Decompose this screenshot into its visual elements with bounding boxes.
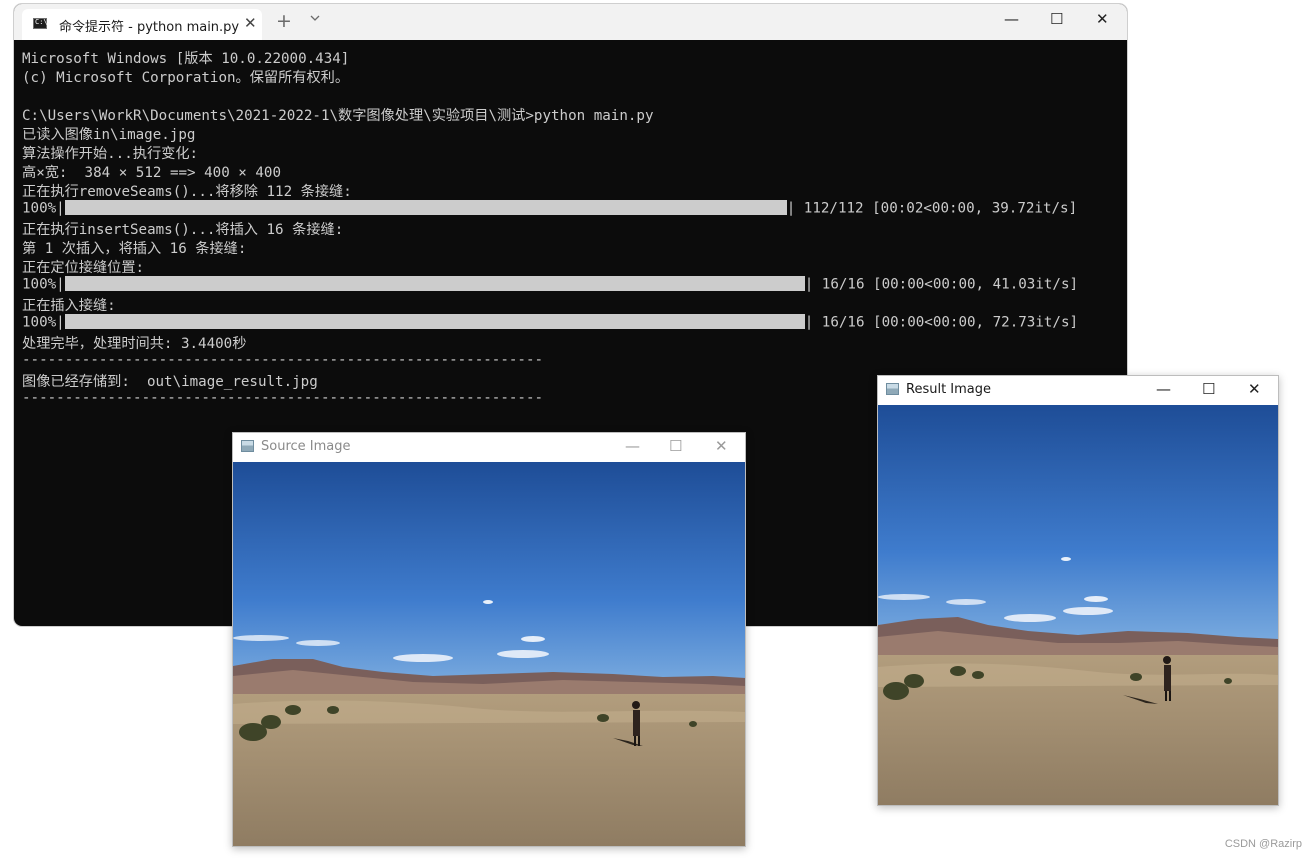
- tab-close-icon[interactable]: ✕: [244, 14, 257, 32]
- output-line: 高×宽: 384 × 512 ==> 400 × 400: [22, 165, 281, 181]
- progress-line-insert: 100%| | 16/16 [00:00<00:00, 72.73it/s]: [22, 314, 1127, 333]
- output-line: 处理完毕，处理时间共: 3.4400秒: [22, 336, 247, 352]
- output-line: C:\Users\WorkR\Documents\2021-2022-1\数字图…: [22, 108, 654, 124]
- output-line: 正在执行insertSeams()...将插入 16 条接缝:: [22, 222, 344, 238]
- output-line: 算法操作开始...执行变化:: [22, 146, 199, 162]
- progress-prefix: 100%|: [22, 314, 65, 331]
- watermark: CSDN @Razirp: [1224, 838, 1302, 850]
- output-line: 正在执行removeSeams()...将移除 112 条接缝:: [22, 184, 352, 200]
- result-image: [878, 405, 1278, 805]
- tab-title: 命令提示符 - python main.py: [59, 20, 240, 35]
- progress-suffix: | 16/16 [00:00<00:00, 41.03it/s]: [804, 276, 1079, 293]
- terminal-title-bar[interactable]: 命令提示符 - python main.py ✕ + — ☐ ✕: [14, 4, 1127, 40]
- window-title: Result Image: [906, 382, 992, 397]
- separator-line: ----------------------------------------…: [22, 352, 544, 368]
- progress-suffix: | 112/112 [00:02<00:00, 39.72it/s]: [786, 200, 1078, 217]
- maximize-button[interactable]: ☐: [1050, 10, 1063, 28]
- source-image: [233, 462, 745, 846]
- progress-prefix: 100%|: [22, 200, 65, 217]
- new-tab-icon[interactable]: +: [276, 10, 292, 32]
- maximize-button[interactable]: ☐: [669, 437, 682, 455]
- output-line: (c) Microsoft Corporation。保留所有权利。: [22, 70, 350, 86]
- progress-bar: [64, 200, 787, 215]
- minimize-button[interactable]: —: [1156, 380, 1171, 398]
- close-button[interactable]: ✕: [1096, 10, 1109, 28]
- app-icon: [241, 440, 254, 452]
- progress-prefix: 100%|: [22, 276, 65, 293]
- app-icon: [886, 383, 899, 395]
- source-image-window[interactable]: Source Image — ☐ ✕: [232, 432, 746, 847]
- progress-line-remove: 100%| | 112/112 [00:02<00:00, 39.72it/s]: [22, 200, 1127, 219]
- cmd-icon: [33, 18, 48, 29]
- result-image-window[interactable]: Result Image — ☐ ✕: [877, 375, 1279, 806]
- terminal-output[interactable]: Microsoft Windows [版本 10.0.22000.434] (c…: [22, 48, 1127, 409]
- progress-bar: [64, 276, 805, 291]
- terminal-tab[interactable]: 命令提示符 - python main.py ✕: [22, 9, 262, 40]
- progress-suffix: | 16/16 [00:00<00:00, 72.73it/s]: [804, 314, 1079, 331]
- progress-line-locate: 100%| | 16/16 [00:00<00:00, 41.03it/s]: [22, 276, 1127, 295]
- output-line: Microsoft Windows [版本 10.0.22000.434]: [22, 51, 350, 67]
- output-line: 正在定位接缝位置:: [22, 260, 145, 276]
- close-button[interactable]: ✕: [715, 437, 728, 455]
- maximize-button[interactable]: ☐: [1202, 380, 1215, 398]
- output-line: 第 1 次插入，将插入 16 条接缝:: [22, 241, 247, 257]
- desert-landscape-image: [878, 405, 1278, 805]
- result-title-bar[interactable]: Result Image — ☐ ✕: [878, 376, 1278, 405]
- output-line: 正在插入接缝:: [22, 298, 116, 314]
- window-title: Source Image: [261, 439, 351, 454]
- source-title-bar[interactable]: Source Image — ☐ ✕: [233, 433, 745, 462]
- progress-bar: [64, 314, 805, 329]
- minimize-button[interactable]: —: [1004, 10, 1019, 28]
- output-line: 已读入图像in\image.jpg: [22, 127, 196, 143]
- chevron-down-icon[interactable]: [310, 13, 320, 23]
- minimize-button[interactable]: —: [625, 437, 640, 455]
- desert-landscape-image: [233, 462, 745, 846]
- close-button[interactable]: ✕: [1248, 380, 1261, 398]
